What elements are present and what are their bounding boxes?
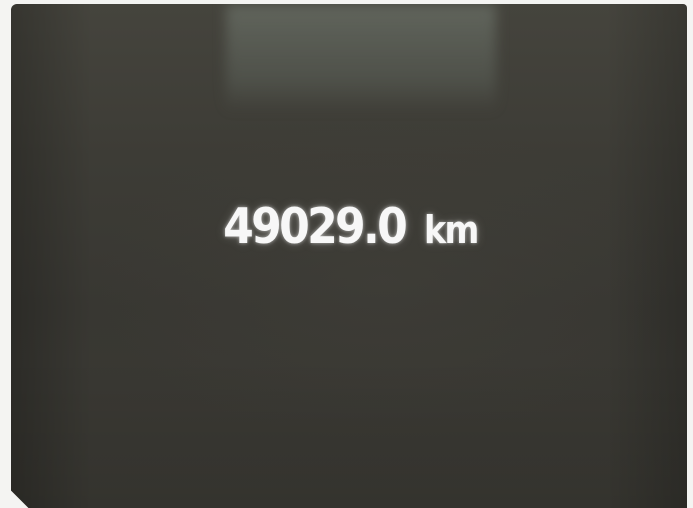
screen-vignette	[11, 4, 687, 508]
odometer-unit: km	[423, 208, 479, 252]
odometer-readout: 49029.0 km	[11, 198, 687, 255]
dashboard-display: 49029.0 km	[11, 4, 687, 508]
photo: 49029.0 km	[0, 0, 693, 508]
background-corner	[0, 468, 40, 508]
odometer-value: 49029.0	[223, 198, 409, 255]
